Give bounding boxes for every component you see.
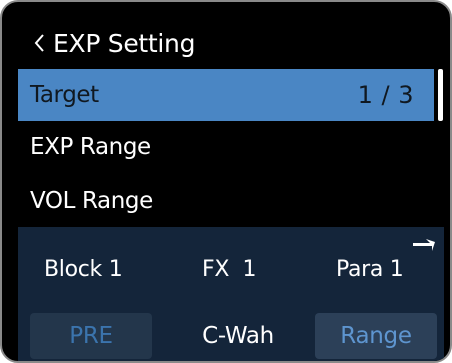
menu-item-vol-range[interactable]: VOL Range [18, 175, 434, 227]
panel-buttons: PRE C-Wah Range [18, 313, 444, 361]
menu-item-value: 1 / 3 [357, 81, 414, 109]
fx-assign-panel: Block 1 FX 1 Para 1 PRE C-Wah Range [18, 227, 444, 361]
header: EXP Setting [18, 17, 444, 69]
menu-item-target[interactable]: Target 1 / 3 [18, 69, 434, 121]
pre-button[interactable]: PRE [30, 313, 152, 359]
page-title: EXP Setting [53, 28, 196, 58]
menu-item-label: EXP Range [30, 134, 151, 160]
menu-item-exp-range[interactable]: EXP Range [18, 121, 434, 173]
scrollbar[interactable] [438, 69, 443, 121]
device-frame: EXP Setting Target 1 / 3 EXP Range VOL R… [0, 0, 452, 363]
fx-name: C-Wah [202, 323, 274, 349]
menu-item-label: VOL Range [30, 188, 153, 214]
block-label[interactable]: Block 1 [44, 257, 123, 282]
chevron-left-icon[interactable] [29, 28, 51, 58]
fx-label[interactable]: FX 1 [202, 257, 257, 282]
menu-item-label: Target [30, 82, 99, 108]
range-button[interactable]: Range [315, 313, 437, 359]
para-label[interactable]: Para 1 [336, 257, 404, 282]
assign-labels: Block 1 FX 1 Para 1 [18, 249, 444, 289]
screen: EXP Setting Target 1 / 3 EXP Range VOL R… [18, 17, 444, 361]
